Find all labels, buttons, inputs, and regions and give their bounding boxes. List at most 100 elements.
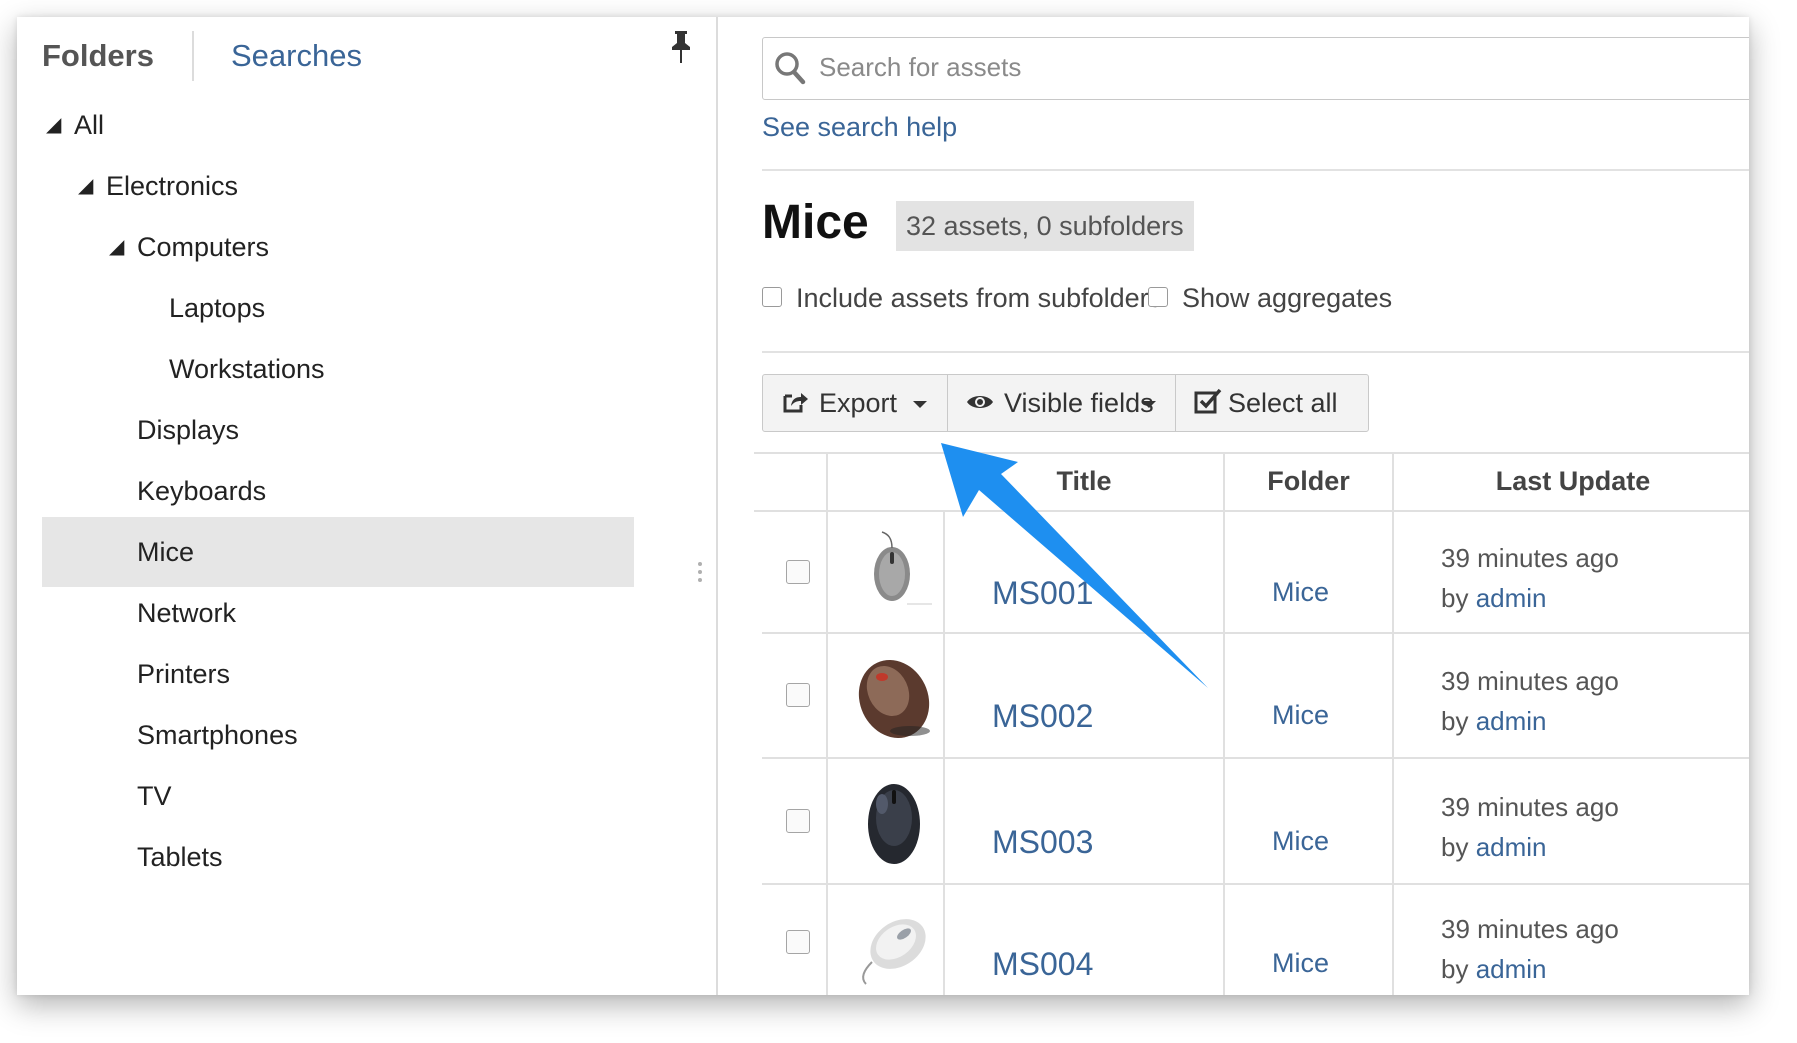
row-select-checkbox[interactable] <box>786 560 810 584</box>
column-divider <box>943 510 945 995</box>
user-link[interactable]: admin <box>1476 954 1547 984</box>
asset-title-link[interactable]: MS004 <box>992 946 1093 983</box>
updated-by: by admin <box>1441 578 1619 618</box>
tree-item-tablets[interactable]: Tablets <box>42 822 634 892</box>
tree-item-label: Printers <box>137 659 231 689</box>
folder-sidebar: Folders Searches ◢ All ◢ Electronics ◢ C… <box>17 17 718 995</box>
tree-item-computers[interactable]: ◢ Computers <box>42 212 634 282</box>
tree-item-electronics[interactable]: ◢ Electronics <box>42 151 634 221</box>
checkbox-checked-icon <box>1194 388 1222 414</box>
tree-item-label: Smartphones <box>137 720 298 750</box>
mouse-thumbnail-image[interactable] <box>852 904 936 995</box>
tree-item-label: Network <box>137 598 237 628</box>
updated-by-prefix: by <box>1441 954 1469 984</box>
tree-item-displays[interactable]: Displays <box>42 395 634 465</box>
app-window: Folders Searches ◢ All ◢ Electronics ◢ C… <box>17 17 1749 995</box>
last-update-cell: 39 minutes ago by admin <box>1441 909 1619 989</box>
asset-folder-link[interactable]: Mice <box>1272 700 1329 731</box>
column-divider <box>826 452 828 995</box>
tree-item-network[interactable]: Network <box>42 578 634 648</box>
tree-item-workstations[interactable]: Workstations <box>42 334 634 404</box>
search-icon <box>775 52 806 85</box>
tree-item-label: Mice <box>137 537 195 567</box>
column-header-last-update[interactable]: Last Update <box>1394 452 1749 510</box>
mouse-thumbnail-image[interactable] <box>852 774 936 866</box>
row-select-checkbox[interactable] <box>786 930 810 954</box>
asset-folder-link[interactable]: Mice <box>1272 948 1329 979</box>
row-select-checkbox[interactable] <box>786 683 810 707</box>
header-divider <box>754 510 1749 512</box>
asset-title-link[interactable]: MS003 <box>992 824 1093 861</box>
last-update-cell: 39 minutes ago by admin <box>1441 538 1619 618</box>
column-header-folder[interactable]: Folder <box>1224 452 1393 510</box>
last-update-cell: 39 minutes ago by admin <box>1441 661 1619 741</box>
tree-item-label: Tablets <box>137 842 223 872</box>
asset-folder-link[interactable]: Mice <box>1272 577 1329 608</box>
share-icon <box>783 393 808 413</box>
search-help-link[interactable]: See search help <box>762 112 957 143</box>
updated-by-prefix: by <box>1441 706 1469 736</box>
divider <box>762 351 1749 353</box>
mouse-thumbnail-image[interactable] <box>852 651 936 743</box>
visible-fields-label: Visible fields <box>1004 388 1154 418</box>
expanded-triangle-icon[interactable]: ◢ <box>109 212 124 282</box>
expanded-triangle-icon[interactable]: ◢ <box>78 151 93 221</box>
search-box[interactable] <box>762 37 1749 100</box>
row-divider <box>762 883 1749 885</box>
last-update-cell: 39 minutes ago by admin <box>1441 787 1619 867</box>
updated-by: by admin <box>1441 827 1619 867</box>
tree-item-label: Keyboards <box>137 476 267 506</box>
show-aggregates-label[interactable]: Show aggregates <box>1182 283 1392 314</box>
tree-item-label: Workstations <box>169 354 325 384</box>
export-button[interactable]: Export <box>762 374 948 432</box>
select-all-button[interactable]: Select all <box>1175 374 1369 432</box>
tab-folders[interactable]: Folders <box>42 29 154 83</box>
last-update-time: 39 minutes ago <box>1441 543 1619 573</box>
tree-item-printers[interactable]: Printers <box>42 639 634 709</box>
updated-by: by admin <box>1441 949 1619 989</box>
expanded-triangle-icon[interactable]: ◢ <box>46 90 61 160</box>
asset-title-link[interactable]: MS001 <box>992 575 1093 612</box>
column-header-title[interactable]: Title <box>944 452 1224 510</box>
include-subfolders-checkbox[interactable] <box>762 287 782 307</box>
mouse-thumbnail-image[interactable] <box>852 526 936 618</box>
row-select-checkbox[interactable] <box>786 809 810 833</box>
pushpin-icon[interactable] <box>669 29 693 65</box>
tree-item-label: All <box>74 110 105 140</box>
column-divider <box>1223 452 1225 995</box>
asset-list-panel: See search help Mice 32 assets, 0 subfol… <box>718 17 1749 995</box>
updated-by: by admin <box>1441 701 1619 741</box>
tree-item-label: Computers <box>137 232 270 262</box>
page-title: Mice <box>762 196 869 249</box>
tree-item-smartphones[interactable]: Smartphones <box>42 700 634 770</box>
updated-by-prefix: by <box>1441 583 1469 613</box>
asset-table: Title Folder Last Update MS001 Mice 39 m… <box>754 452 1749 995</box>
search-input[interactable] <box>819 39 1719 96</box>
asset-count-badge: 32 assets, 0 subfolders <box>896 201 1194 251</box>
eye-icon <box>967 396 993 408</box>
user-link[interactable]: admin <box>1476 832 1547 862</box>
user-link[interactable]: admin <box>1476 706 1547 736</box>
row-divider <box>762 632 1749 634</box>
visible-fields-button[interactable]: Visible fields <box>947 374 1176 432</box>
caret-down-icon <box>1142 401 1156 408</box>
tree-item-tv[interactable]: TV <box>42 761 634 831</box>
tree-item-mice[interactable]: Mice <box>42 517 634 587</box>
splitter-handle-icon[interactable] <box>697 561 703 583</box>
include-subfolders-label[interactable]: Include assets from subfolders <box>796 283 1162 314</box>
column-divider <box>1392 452 1394 995</box>
tab-searches[interactable]: Searches <box>231 29 362 83</box>
tree-item-label: Electronics <box>106 171 239 201</box>
caret-down-icon <box>913 401 927 408</box>
export-label: Export <box>819 388 898 418</box>
asset-title-link[interactable]: MS002 <box>992 698 1093 735</box>
user-link[interactable]: admin <box>1476 583 1547 613</box>
tree-item-all[interactable]: ◢ All <box>42 90 634 160</box>
tree-item-label: Laptops <box>169 293 266 323</box>
asset-folder-link[interactable]: Mice <box>1272 826 1329 857</box>
updated-by-prefix: by <box>1441 832 1469 862</box>
show-aggregates-checkbox[interactable] <box>1148 287 1168 307</box>
last-update-time: 39 minutes ago <box>1441 792 1619 822</box>
tree-item-laptops[interactable]: Laptops <box>42 273 634 343</box>
tree-item-keyboards[interactable]: Keyboards <box>42 456 634 526</box>
